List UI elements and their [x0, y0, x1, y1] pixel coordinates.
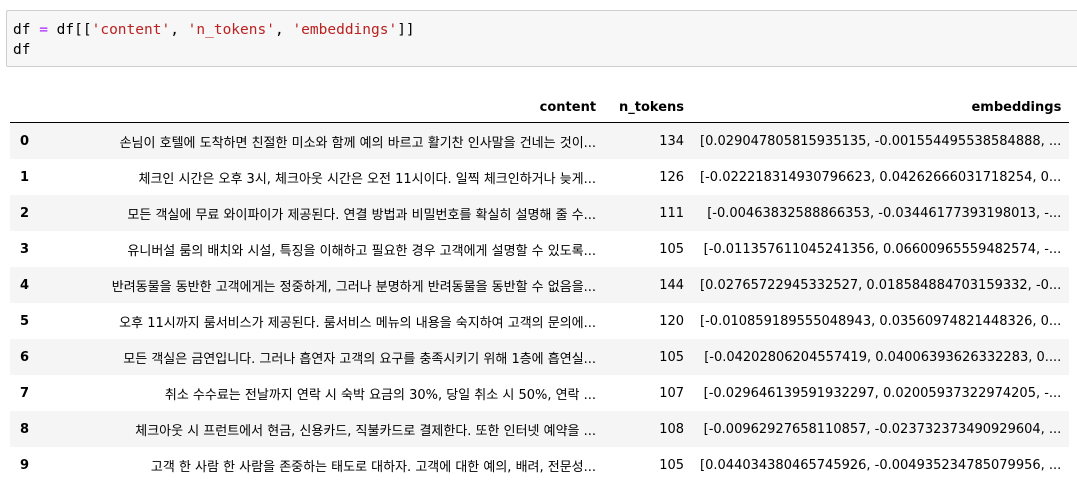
content-text: 모든 객실은 금연입니다. 그러나 흡연자 고객의 요구를 충족시키기 위해 1… [123, 351, 597, 367]
embeddings-cell: [0.029047805815935135, -0.00155449553858… [692, 123, 1069, 160]
n-tokens-cell: 144 [659, 277, 685, 293]
column-header-n-tokens: n_tokens [604, 92, 693, 123]
code-bracket: [[ [74, 22, 92, 38]
row-index: 9 [20, 457, 30, 473]
embeddings-cell: [-0.011357611045241356, 0.06600965559482… [692, 231, 1069, 267]
embeddings-text: [-0.011357611045241356, 0.06600965559482… [703, 241, 1062, 257]
column-header-content: content [37, 92, 605, 123]
table-row: 8 체크아웃 시 프런트에서 현금, 신용카드, 직불카드로 결제한다. 또한 … [10, 411, 1070, 447]
content-cell: 오후 11시까지 룸서비스가 제공된다. 룸서비스 메뉴의 내용을 숙지하여 고… [37, 303, 604, 339]
content-cell: 유니버설 룸의 배치와 시설, 특징을 이해하고 필요한 경우 고객에게 설명할… [37, 231, 604, 267]
n-tokens-cell: 105 [659, 241, 685, 257]
row-index: 1 [20, 169, 30, 185]
table-row: 5 오후 11시까지 룸서비스가 제공된다. 룸서비스 메뉴의 내용을 숙지하여… [10, 303, 1070, 339]
n-tokens-cell: 111 [659, 205, 685, 221]
embeddings-text: [0.044034380465745926, -0.00493523478507… [700, 457, 1062, 473]
code-token: df [56, 22, 75, 38]
embeddings-cell: [-0.022218314930796623, 0.04262666031718… [692, 159, 1069, 195]
embeddings-text: [-0.04202806204557419, 0.040063936263322… [704, 349, 1062, 365]
code-string: 'content' [91, 22, 171, 38]
content-text: 체크인 시간은 오후 3시, 체크아웃 시간은 오전 11시이다. 일찍 체크인… [138, 171, 597, 187]
table-row: 7 취소 수수료는 전날까지 연락 시 숙박 요금의 30%, 당일 취소 시 … [10, 375, 1070, 411]
table-row: 4 반려동물을 동반한 고객에게는 정중하게, 그러나 분명하게 반려동물을 동… [10, 267, 1070, 303]
cell-output: content n_tokens embeddings 0 손님이 호텔에 도착… [10, 92, 1070, 483]
n-tokens-cell: 105 [659, 457, 685, 473]
embeddings-text: [0.02765722945332527, 0.0185848847031593… [700, 277, 1062, 293]
n-tokens-cell: 108 [659, 421, 685, 437]
embeddings-cell: [-0.029646139591932297, 0.02005937322974… [692, 375, 1069, 411]
table-row: 3 유니버설 룸의 배치와 시설, 특징을 이해하고 필요한 경우 고객에게 설… [10, 231, 1070, 267]
table-header: content n_tokens embeddings [10, 92, 1070, 123]
dataframe-table: content n_tokens embeddings 0 손님이 호텔에 도착… [10, 92, 1070, 483]
n-tokens-cell: 126 [659, 169, 685, 185]
content-cell: 체크아웃 시 프런트에서 현금, 신용카드, 직불카드로 결제한다. 또한 인터… [37, 411, 604, 447]
table-row: 0 손님이 호텔에 도착하면 친절한 미소와 함께 예의 바르고 활기찬 인사말… [10, 122, 1070, 160]
code-editor[interactable]: df = df[['content', 'n_tokens', 'embeddi… [13, 20, 415, 60]
content-text: 유니버설 룸의 배치와 시설, 특징을 이해하고 필요한 경우 고객에게 설명할… [127, 243, 597, 259]
content-text: 취소 수수료는 전날까지 연락 시 숙박 요금의 30%, 당일 취소 시 50… [164, 387, 597, 403]
embeddings-text: [0.029047805815935135, -0.00155449553858… [700, 133, 1062, 149]
content-cell: 체크인 시간은 오후 3시, 체크아웃 시간은 오전 11시이다. 일찍 체크인… [37, 159, 604, 195]
code-bracket: ]] [397, 22, 415, 38]
table-row: 2 모든 객실에 무료 와이파이가 제공된다. 연결 방법과 비밀번호를 확실히… [10, 195, 1070, 231]
code-string: 'n_tokens' [187, 22, 275, 38]
embeddings-cell: [-0.04202806204557419, 0.040063936263322… [692, 339, 1069, 375]
embeddings-cell: [0.044034380465745926, -0.00493523478507… [692, 447, 1069, 483]
content-text: 손님이 호텔에 도착하면 친절한 미소와 함께 예의 바르고 활기찬 인사말을 … [119, 135, 597, 151]
n-tokens-cell: 107 [659, 385, 685, 401]
code-separator: , [274, 22, 293, 38]
content-text: 모든 객실에 무료 와이파이가 제공된다. 연결 방법과 비밀번호를 확실히 설… [127, 207, 597, 223]
embeddings-cell: [-0.00463832588866353, -0.03446177393198… [692, 195, 1069, 231]
code-cell-input[interactable]: df = df[['content', 'n_tokens', 'embeddi… [6, 10, 1077, 67]
content-text: 체크아웃 시 프런트에서 현금, 신용카드, 직불카드로 결제한다. 또한 인터… [135, 423, 597, 439]
code-separator: , [170, 22, 188, 38]
content-text: 반려동물을 동반한 고객에게는 정중하게, 그러나 분명하게 반려동물을 동반할… [111, 279, 597, 295]
n-tokens-cell: 120 [659, 313, 685, 329]
row-index: 8 [20, 421, 30, 437]
content-text: 오후 11시까지 룸서비스가 제공된다. 룸서비스 메뉴의 내용을 숙지하여 고… [119, 315, 597, 331]
n-tokens-cell: 105 [659, 349, 685, 365]
row-index: 6 [20, 349, 30, 365]
index-header [10, 92, 38, 123]
row-index: 3 [20, 241, 30, 257]
table-row: 9 고객 한 사람 한 사람을 존중하는 태도로 대하자. 고객에 대한 예의,… [10, 447, 1070, 483]
embeddings-text: [-0.029646139591932297, 0.02005937322974… [703, 385, 1062, 401]
code-token: df [13, 22, 31, 38]
embeddings-text: [-0.022218314930796623, 0.04262666031718… [700, 169, 1062, 185]
embeddings-text: [-0.00463832588866353, -0.03446177393198… [707, 205, 1062, 221]
table-row: 1 체크인 시간은 오후 3시, 체크아웃 시간은 오전 11시이다. 일찍 체… [10, 159, 1070, 195]
row-index: 5 [20, 313, 30, 329]
code-token: df [13, 42, 31, 58]
row-index: 4 [20, 277, 30, 293]
content-cell: 반려동물을 동반한 고객에게는 정중하게, 그러나 분명하게 반려동물을 동반할… [37, 267, 604, 303]
row-index: 7 [20, 385, 30, 401]
content-cell: 모든 객실에 무료 와이파이가 제공된다. 연결 방법과 비밀번호를 확실히 설… [37, 195, 604, 231]
row-index: 2 [20, 205, 30, 221]
embeddings-cell: [-0.00962927658110857, -0.02373237349092… [692, 411, 1069, 447]
code-string: 'embeddings' [292, 22, 398, 38]
embeddings-cell: [-0.010859189555048943, 0.03560974821448… [692, 303, 1069, 339]
n-tokens-cell: 134 [659, 133, 685, 149]
content-cell: 모든 객실은 금연입니다. 그러나 흡연자 고객의 요구를 충족시키기 위해 1… [37, 339, 604, 375]
row-index: 0 [20, 133, 30, 149]
embeddings-cell: [0.02765722945332527, 0.0185848847031593… [692, 267, 1069, 303]
table-body: 0 손님이 호텔에 도착하면 친절한 미소와 함께 예의 바르고 활기찬 인사말… [10, 122, 1070, 483]
content-cell: 취소 수수료는 전날까지 연락 시 숙박 요금의 30%, 당일 취소 시 50… [37, 375, 604, 411]
embeddings-text: [-0.010859189555048943, 0.03560974821448… [700, 313, 1062, 329]
code-operator: = [39, 22, 48, 38]
table-row: 6 모든 객실은 금연입니다. 그러나 흡연자 고객의 요구를 충족시키기 위해… [10, 339, 1070, 375]
header-row: content n_tokens embeddings [10, 92, 1070, 123]
content-cell: 손님이 호텔에 도착하면 친절한 미소와 함께 예의 바르고 활기찬 인사말을 … [37, 123, 604, 160]
content-cell: 고객 한 사람 한 사람을 존중하는 태도로 대하자. 고객에 대한 예의, 배… [37, 447, 604, 483]
embeddings-text: [-0.00962927658110857, -0.02373237349092… [703, 421, 1062, 437]
content-text: 고객 한 사람 한 사람을 존중하는 태도로 대하자. 고객에 대한 예의, 배… [150, 459, 597, 475]
column-header-embeddings: embeddings [692, 92, 1070, 123]
